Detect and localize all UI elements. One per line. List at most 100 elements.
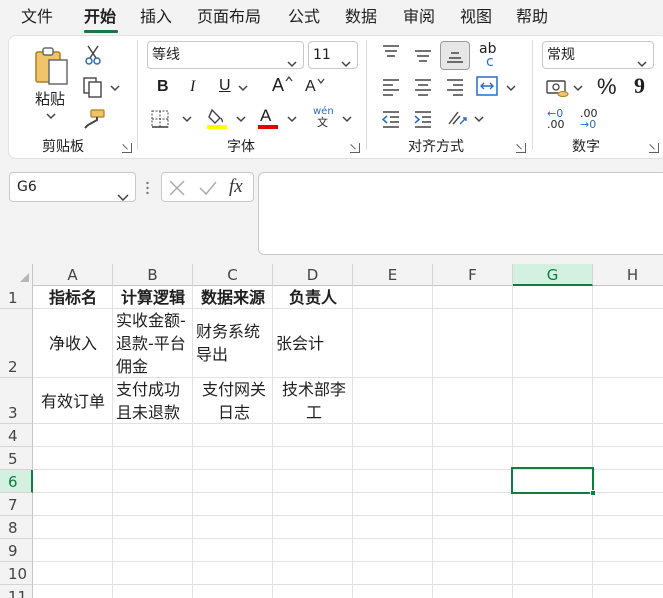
row-header-9[interactable]: 9: [0, 539, 33, 562]
formula-bar-resize-handle-icon[interactable]: [146, 180, 149, 195]
row-header-11[interactable]: 11: [0, 585, 33, 598]
align-center-icon[interactable]: [413, 78, 433, 96]
tab-file[interactable]: 文件: [21, 7, 53, 27]
tab-home[interactable]: 开始: [84, 7, 116, 27]
tab-review[interactable]: 审阅: [403, 7, 435, 27]
shrink-font-button[interactable]: A: [305, 77, 316, 97]
align-bottom-button[interactable]: [440, 41, 470, 70]
name-box[interactable]: G6: [9, 172, 136, 202]
column-header-f[interactable]: F: [433, 264, 513, 286]
percent-style-button[interactable]: %: [597, 74, 617, 100]
tab-help[interactable]: 帮助: [516, 7, 548, 27]
tab-formulas[interactable]: 公式: [288, 7, 320, 27]
row-header-1[interactable]: 1: [0, 286, 33, 309]
align-middle-icon[interactable]: [413, 47, 433, 63]
column-header-b[interactable]: B: [113, 264, 193, 286]
fill-color-dropdown-chevron-icon[interactable]: [236, 115, 246, 123]
underline-dropdown-chevron-icon[interactable]: [238, 84, 248, 92]
row-header-4[interactable]: 4: [0, 424, 33, 447]
font-size-select[interactable]: 11: [308, 41, 358, 69]
copy-dropdown-chevron-icon[interactable]: [110, 84, 120, 92]
accounting-dropdown-chevron-icon[interactable]: [573, 84, 583, 92]
cell-b1[interactable]: 计算逻辑: [113, 286, 193, 309]
font-color-dropdown-chevron-icon[interactable]: [287, 115, 297, 123]
phonetic-dropdown-chevron-icon[interactable]: [342, 115, 352, 123]
worksheet-grid[interactable]: [0, 264, 663, 598]
wrap-text-bottom[interactable]: c: [486, 55, 494, 69]
format-painter-brush-icon[interactable]: [82, 108, 106, 130]
align-top-icon[interactable]: [381, 44, 401, 60]
accounting-format-icon[interactable]: [546, 78, 570, 98]
decrease-indent-icon[interactable]: [381, 110, 401, 128]
merge-dropdown-chevron-icon[interactable]: [506, 84, 516, 92]
tab-view[interactable]: 视图: [460, 7, 492, 27]
borders-dropdown-chevron-icon[interactable]: [182, 115, 192, 123]
merge-center-icon[interactable]: [476, 76, 498, 96]
row-header-6[interactable]: 6: [0, 470, 33, 493]
fill-handle[interactable]: [590, 490, 596, 496]
group-divider: [366, 40, 367, 150]
copy-icon[interactable]: [82, 76, 104, 98]
column-header-e[interactable]: E: [353, 264, 433, 286]
column-header-a[interactable]: A: [33, 264, 113, 286]
cell-a1[interactable]: 指标名: [33, 286, 113, 309]
tab-page-layout[interactable]: 页面布局: [197, 7, 261, 27]
column-header-g[interactable]: G: [513, 264, 593, 286]
cell-a3[interactable]: 有效订单: [33, 390, 113, 413]
paste-icon[interactable]: [34, 46, 72, 86]
row-header-2[interactable]: 2: [0, 309, 33, 378]
align-right-icon[interactable]: [445, 78, 465, 96]
cell-c1[interactable]: 数据来源: [193, 286, 273, 309]
bold-button[interactable]: B: [157, 77, 169, 97]
paste-dropdown-chevron-icon[interactable]: [46, 112, 56, 120]
borders-grid-icon[interactable]: [151, 110, 169, 128]
cell-d3[interactable]: 技术部李工: [275, 378, 353, 424]
gridline: [432, 286, 433, 598]
fill-color-bucket-icon[interactable]: [206, 106, 230, 130]
comma-style-button[interactable]: 9: [634, 73, 645, 99]
alignment-dialog-launcher-icon[interactable]: [516, 143, 526, 153]
formula-input[interactable]: [258, 172, 663, 255]
insert-function-button[interactable]: fx: [229, 174, 243, 200]
row-header-7[interactable]: 7: [0, 493, 33, 516]
shrink-caret-down-icon: [317, 78, 325, 84]
cell-b2[interactable]: 实收金额-退款-平台佣金: [116, 309, 191, 378]
clipboard-dialog-launcher-icon[interactable]: [122, 143, 132, 153]
cell-b3[interactable]: 支付成功且未退款: [116, 378, 191, 424]
number-dialog-launcher-icon[interactable]: [649, 143, 659, 153]
formula-buttons: fx: [161, 172, 254, 202]
font-dialog-launcher-icon[interactable]: [350, 143, 360, 153]
increase-decimal-bottom[interactable]: .00: [547, 119, 565, 130]
increase-indent-icon[interactable]: [413, 110, 433, 128]
number-format-select[interactable]: 常规: [542, 41, 654, 69]
row-header-10[interactable]: 10: [0, 562, 33, 585]
cell-a2[interactable]: 净收入: [33, 332, 113, 355]
cell-d1[interactable]: 负责人: [273, 286, 353, 309]
italic-button[interactable]: I: [190, 77, 195, 97]
cut-scissors-icon[interactable]: [84, 44, 102, 66]
gridline: [272, 286, 273, 598]
cell-d2[interactable]: 张会计: [276, 332, 351, 355]
cell-c2[interactable]: 财务系统导出: [196, 320, 271, 366]
row-header-5[interactable]: 5: [0, 447, 33, 470]
column-header-c[interactable]: C: [193, 264, 273, 286]
row-header-3[interactable]: 3: [0, 378, 33, 424]
column-header-d[interactable]: D: [273, 264, 353, 286]
decrease-decimal-bottom[interactable]: →0: [580, 119, 596, 130]
chevron-down-icon: [287, 51, 297, 77]
column-header-h[interactable]: H: [593, 264, 663, 286]
phonetic-guide-bottom[interactable]: 文: [317, 117, 328, 129]
orientation-dropdown-chevron-icon[interactable]: [474, 115, 484, 123]
font-name-select[interactable]: 等线: [147, 41, 304, 69]
paste-button[interactable]: 粘贴: [35, 89, 65, 109]
underline-button[interactable]: U: [219, 76, 231, 96]
cell-c3[interactable]: 支付网关日志: [195, 378, 273, 424]
tab-data[interactable]: 数据: [345, 7, 377, 27]
grow-font-button[interactable]: A: [272, 75, 284, 95]
font-color-button[interactable]: A: [260, 106, 271, 126]
align-left-icon[interactable]: [381, 78, 401, 96]
text-orientation-icon[interactable]: [446, 108, 468, 128]
tab-insert[interactable]: 插入: [140, 7, 172, 27]
active-cell-g6[interactable]: [511, 467, 594, 494]
row-header-8[interactable]: 8: [0, 516, 33, 539]
